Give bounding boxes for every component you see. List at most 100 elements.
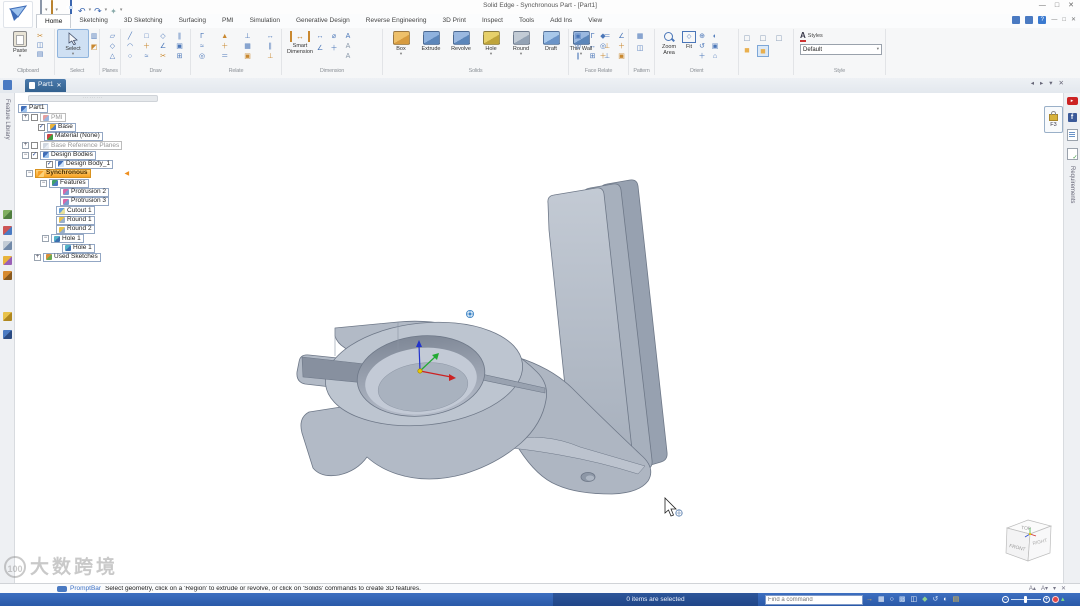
tab-tools[interactable]: Tools [511, 14, 542, 28]
item-label-box[interactable]: Hole 1 [51, 234, 84, 244]
tab-home[interactable]: Home [36, 14, 72, 29]
relate-pattern-icon[interactable]: ▦ [243, 42, 253, 52]
draw-circle-icon[interactable]: ○ [125, 52, 135, 62]
paste-button[interactable]: Paste ▾ [5, 29, 35, 59]
tab-pmi[interactable]: PMI [214, 14, 242, 28]
draw-curve-icon[interactable]: ≈ [142, 52, 152, 62]
pathfinder-panel-icon[interactable] [3, 80, 12, 90]
face-relate-symmetric-icon[interactable]: ↔ [588, 42, 598, 52]
checkbox[interactable] [38, 123, 45, 131]
orient-look-icon[interactable]: ◐ [710, 32, 720, 42]
expander-minus-icon[interactable]: − [26, 170, 33, 178]
tab-add-ins[interactable]: Add Ins [542, 14, 580, 28]
item-label-box[interactable]: Protrusion 3 [60, 197, 110, 207]
expander-minus-icon[interactable]: − [22, 151, 29, 159]
panel-grip[interactable]: ········· [28, 95, 158, 102]
wire-cube-icon[interactable]: □ [744, 33, 749, 43]
relate-ground-icon[interactable]: ⊥ [265, 52, 275, 62]
key-icon[interactable] [2, 311, 12, 321]
face-relate-parallel-icon[interactable]: ∥ [573, 52, 583, 62]
doc-options-icon[interactable] [1012, 16, 1021, 24]
relate-connect-icon[interactable]: Γ [197, 32, 207, 42]
select-options-icon[interactable]: ▥ [89, 32, 99, 42]
planes-coincident-icon[interactable]: ◇ [108, 42, 118, 52]
planes-angled-icon[interactable]: △ [108, 52, 118, 62]
next-tab-icon[interactable]: ▸ [1040, 80, 1043, 88]
face-relate-equal-icon[interactable]: ＝ [602, 32, 612, 42]
pathfinder-item-synchronous[interactable]: − Synchronous ◀ [14, 169, 172, 179]
fit-button[interactable]: ◇ Fit [681, 29, 697, 62]
orient-zoom-in-icon[interactable]: ⊕ [697, 32, 707, 42]
expander-plus-icon[interactable]: + [22, 142, 29, 150]
apps-icon[interactable] [2, 329, 12, 339]
grid-icon[interactable]: ▩ [899, 596, 906, 603]
face-relate-connect-icon[interactable]: Γ [588, 32, 598, 42]
smart-dimension-button[interactable]: ↔ Smart Dimension [285, 29, 315, 62]
dropdown-caret-icon[interactable]: ▾ [89, 7, 92, 13]
draw-rect-icon[interactable]: □ [142, 32, 152, 42]
relate-perpendicular-icon[interactable]: ⊥ [243, 32, 253, 42]
rotate-icon[interactable]: ↺ [933, 596, 939, 603]
tab-inspect[interactable]: Inspect [474, 14, 511, 28]
record-icon[interactable] [1052, 596, 1059, 603]
relate-rigid-icon[interactable]: ▲ [220, 32, 230, 42]
dropdown-caret-icon[interactable]: ▾ [56, 7, 59, 13]
round-button[interactable]: Round ▾ [506, 29, 536, 62]
requirements-tab[interactable]: Requirements [1069, 166, 1075, 203]
draft-button[interactable]: Draft [536, 29, 566, 62]
face-relate-point-icon[interactable]: ＋ [617, 42, 627, 52]
item-label-box[interactable]: Round 2 [56, 225, 95, 234]
doc-restore-icon[interactable]: □ [1062, 17, 1066, 23]
pathfinder-item-base-reference-planes[interactable]: + Base Reference Planes [14, 141, 172, 151]
face-relate-perpendicular-icon[interactable]: ⊥ [602, 52, 612, 62]
zoom-out-icon[interactable]: − [1002, 596, 1009, 603]
dimension-distance-icon[interactable]: ↔ [315, 32, 325, 42]
view-cube[interactable]: TOP FRONT RIGHT [1005, 519, 1053, 562]
shaded-edges-cube-icon[interactable]: ■ [757, 45, 769, 57]
dropdown-caret-icon[interactable]: ▾ [45, 7, 48, 13]
pan-icon[interactable]: → [866, 596, 873, 603]
item-label-box[interactable]: Design Bodies [40, 150, 96, 160]
feature-library-tab[interactable]: Feature Library [4, 99, 10, 140]
draw-trim-icon[interactable]: ✂ [158, 52, 168, 62]
item-label-box[interactable]: Features [49, 178, 89, 188]
relate-parallel-icon[interactable]: ∥ [265, 42, 275, 52]
viewcube-top-label[interactable]: TOP [1021, 525, 1032, 532]
draw-point-icon[interactable]: ＋ [142, 42, 152, 52]
expander-minus-icon[interactable]: − [40, 179, 47, 187]
item-label-box[interactable]: Round 1 [56, 215, 95, 225]
tab-close-icon[interactable]: ✕ [57, 83, 62, 89]
render-icon[interactable]: ◆ [922, 596, 927, 603]
checkbox[interactable] [31, 114, 38, 122]
item-label-box[interactable]: Cutout 1 [56, 206, 95, 216]
doc-minimize-icon[interactable]: — [1051, 17, 1057, 23]
draw-project-icon[interactable]: ▣ [175, 42, 185, 52]
checkbox[interactable] [31, 142, 38, 150]
doc-close-icon[interactable]: ✕ [1071, 17, 1076, 23]
item-label-box[interactable]: Base Reference Planes [40, 141, 123, 151]
pathfinder-item-round-2[interactable]: Round 2 [14, 225, 172, 234]
steering-wheel-icon[interactable] [465, 309, 474, 318]
zoom-area-button[interactable]: Zoom Area [657, 29, 681, 62]
box-button[interactable]: Box ▾ [386, 29, 416, 62]
item-label-box[interactable]: PMI [40, 113, 66, 123]
lock-dimensions-button[interactable]: F3 [1044, 106, 1063, 133]
pathfinder-item-round-1[interactable]: Round 1 [14, 215, 172, 225]
facebook-icon[interactable]: f [1067, 113, 1077, 122]
dropdown-caret-icon[interactable]: ▾ [400, 52, 402, 57]
zoom-handle[interactable] [1024, 596, 1027, 603]
pathfinder-item-material-none-[interactable]: Material (None) [14, 132, 172, 142]
tab-sketching[interactable]: Sketching [71, 14, 116, 28]
layers-icon[interactable]: ▤ [953, 596, 960, 603]
sheet-icon[interactable]: ◫ [910, 596, 917, 603]
prompt-close-icon[interactable]: ✕ [1061, 586, 1066, 592]
layers-icon[interactable] [2, 225, 12, 235]
font-increase-icon[interactable]: A▴ [1029, 586, 1036, 592]
youtube-icon[interactable]: ▸ [1066, 97, 1078, 105]
pathfinder-item-cutout-1[interactable]: Cutout 1 [14, 206, 172, 216]
item-label-box[interactable]: Protrusion 2 [60, 187, 110, 197]
dropdown-caret-icon[interactable]: ▾ [105, 7, 108, 13]
expander-minus-icon[interactable]: − [42, 235, 49, 243]
pathfinder-item-design-bodies[interactable]: − Design Bodies [14, 150, 172, 160]
pathfinder-item-hole-1[interactable]: − Hole 1 [14, 234, 172, 244]
